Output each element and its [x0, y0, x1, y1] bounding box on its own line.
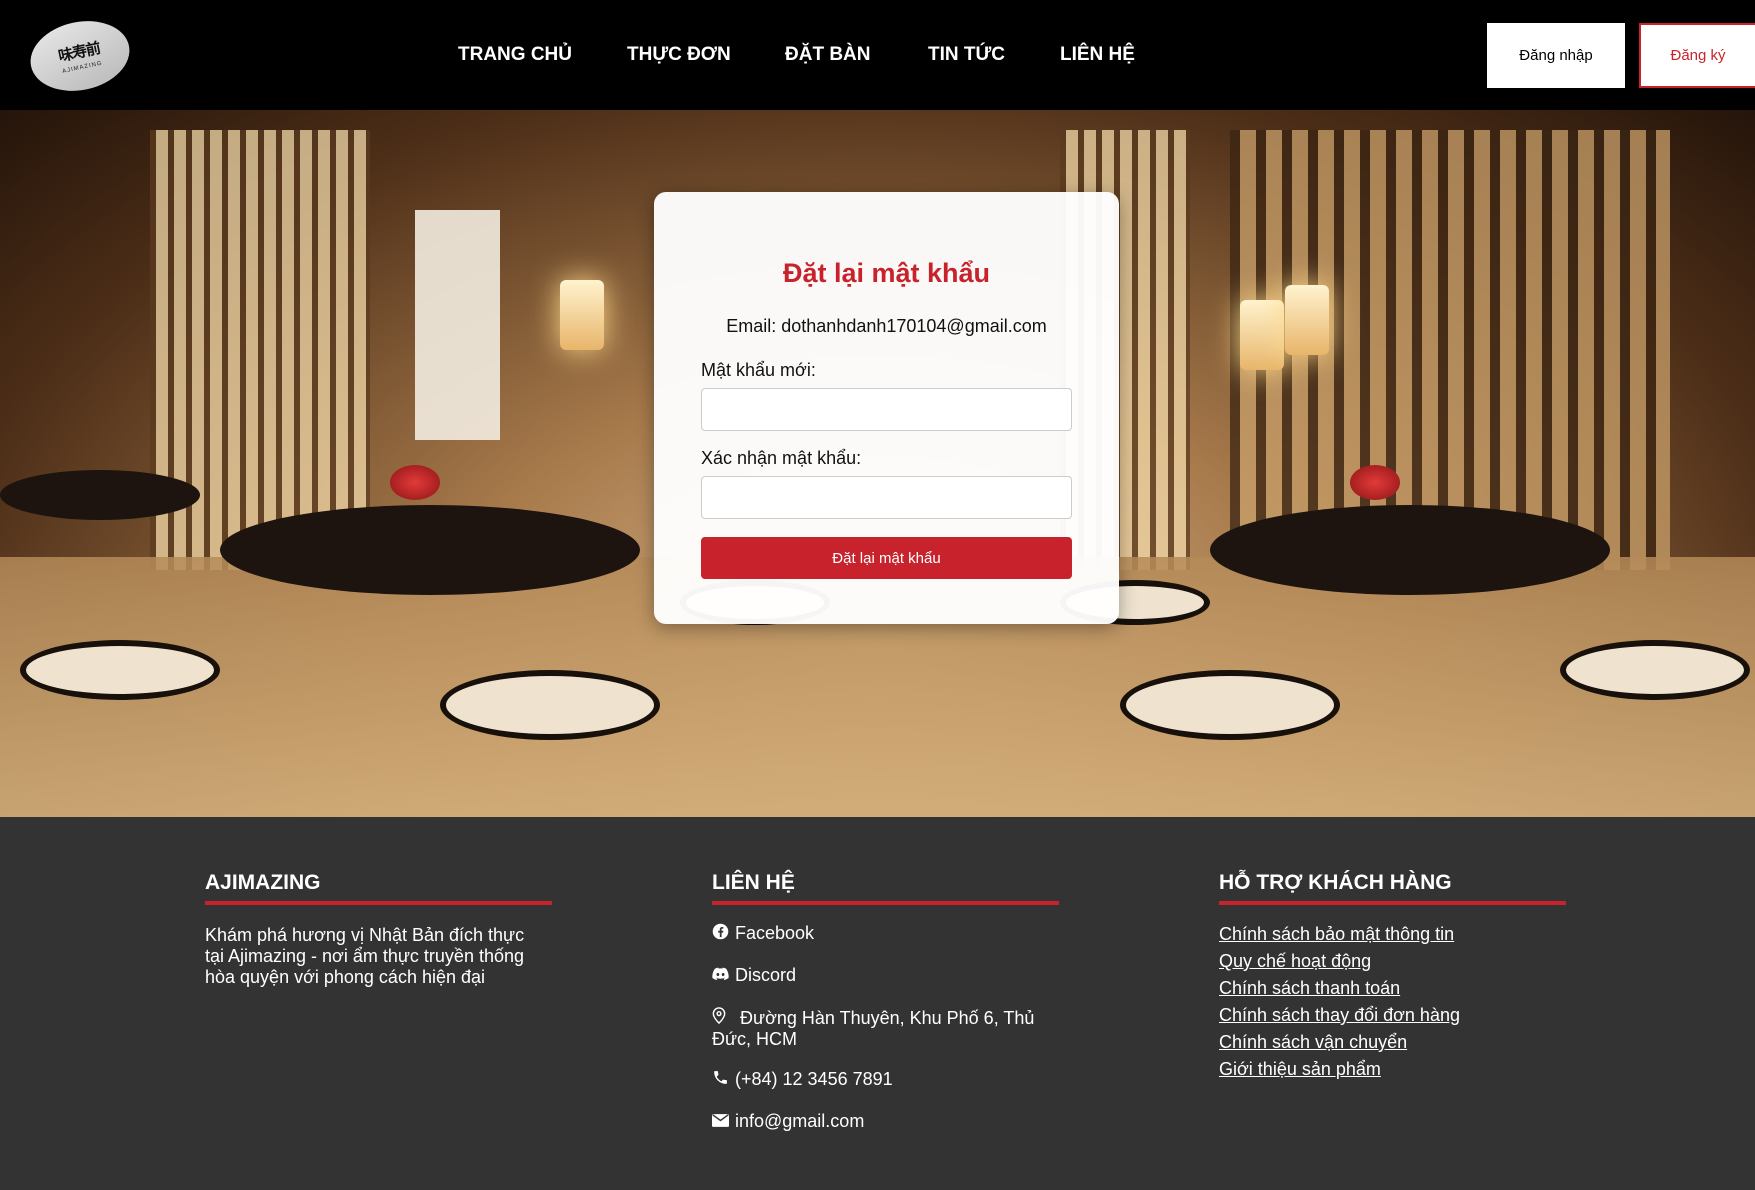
support-link-privacy[interactable]: Chính sách bảo mật thông tin — [1219, 921, 1566, 948]
decor-lamp — [1285, 285, 1329, 355]
discord-icon — [712, 965, 730, 986]
decor-flowers — [1350, 465, 1400, 500]
support-link-operating-rules[interactable]: Quy chế hoạt động — [1219, 948, 1566, 975]
nav-contact[interactable]: LIÊN HỆ — [1060, 44, 1135, 66]
decor-lamp — [560, 280, 604, 350]
decor-artwork — [415, 210, 500, 440]
ajimazing-logo[interactable]: 味寿前 AJIMAZING — [24, 12, 136, 100]
contact-address: Đường Hàn Thuyên, Khu Phố 6, Thủ Đức, HC… — [712, 1007, 1042, 1050]
decor-flowers — [390, 465, 440, 500]
decor-chair — [440, 670, 660, 740]
decor-chair — [1120, 670, 1340, 740]
footer-contact-title: LIÊN HỆ — [712, 871, 1059, 905]
login-button[interactable]: Đăng nhập — [1487, 23, 1625, 88]
contact-facebook[interactable]: Facebook — [712, 923, 814, 945]
footer-support-column: HỖ TRỢ KHÁCH HÀNG Chính sách bảo mật thô… — [1219, 871, 1566, 1083]
footer-brand-column: AJIMAZING Khám phá hương vị Nhật Bản đíc… — [205, 871, 552, 988]
decor-chair — [20, 640, 220, 700]
decor-table — [0, 470, 200, 520]
footer-brand-title: AJIMAZING — [205, 871, 552, 905]
contact-email-label: info@gmail.com — [735, 1111, 865, 1131]
location-pin-icon — [712, 1007, 730, 1029]
site-header: 味寿前 AJIMAZING TRANG CHỦ THỰC ĐƠN ĐẶT BÀN… — [0, 0, 1755, 110]
footer-support-title: HỖ TRỢ KHÁCH HÀNG — [1219, 871, 1566, 905]
footer-brand-text: Khám phá hương vị Nhật Bản đích thực tại… — [205, 925, 525, 987]
contact-discord-label: Discord — [735, 965, 797, 985]
support-link-products[interactable]: Giới thiệu sản phẩm — [1219, 1056, 1566, 1083]
decor-lamp — [1240, 300, 1284, 370]
card-title: Đặt lại mật khẩu — [782, 258, 991, 288]
card-email-text: Email: dothanhdanh170104@gmail.com — [726, 316, 1047, 336]
phone-icon — [712, 1069, 730, 1091]
nav-menu[interactable]: THỰC ĐƠN — [627, 44, 731, 66]
reset-password-card: Đặt lại mật khẩu Email: dothanhdanh17010… — [654, 192, 1119, 624]
support-link-order-change[interactable]: Chính sách thay đổi đơn hàng — [1219, 1002, 1566, 1029]
support-link-shipping[interactable]: Chính sách vận chuyển — [1219, 1029, 1566, 1056]
contact-email[interactable]: info@gmail.com — [712, 1111, 864, 1132]
reset-password-button[interactable]: Đặt lại mật khẩu — [701, 537, 1072, 579]
confirm-password-input[interactable] — [701, 476, 1072, 519]
new-password-input[interactable] — [701, 388, 1072, 431]
contact-phone-label: (+84) 12 3456 7891 — [735, 1069, 893, 1089]
confirm-password-label: Xác nhận mật khẩu: — [701, 448, 862, 468]
site-footer: AJIMAZING Khám phá hương vị Nhật Bản đíc… — [0, 817, 1755, 1190]
nav-booking[interactable]: ĐẶT BÀN — [785, 44, 871, 66]
decor-table — [220, 505, 640, 595]
support-link-payment[interactable]: Chính sách thanh toán — [1219, 975, 1566, 1002]
nav-news[interactable]: TIN TỨC — [928, 44, 1005, 66]
contact-facebook-label: Facebook — [735, 923, 815, 943]
register-button[interactable]: Đăng ký — [1639, 23, 1755, 88]
contact-address-label: Đường Hàn Thuyên, Khu Phố 6, Thủ Đức, HC… — [712, 1008, 1035, 1049]
facebook-icon — [712, 923, 730, 945]
nav-home[interactable]: TRANG CHỦ — [458, 44, 572, 66]
contact-discord[interactable]: Discord — [712, 965, 796, 986]
mail-icon — [712, 1111, 730, 1132]
support-links-list: Chính sách bảo mật thông tin Quy chế hoạ… — [1219, 921, 1566, 1083]
new-password-label: Mật khẩu mới: — [701, 360, 816, 380]
decor-table — [1210, 505, 1610, 595]
decor-chair — [1560, 640, 1750, 700]
footer-contact-column: LIÊN HỆ Facebook Discord Đường Hàn Thuyê… — [712, 871, 1059, 1171]
contact-phone[interactable]: (+84) 12 3456 7891 — [712, 1069, 893, 1091]
